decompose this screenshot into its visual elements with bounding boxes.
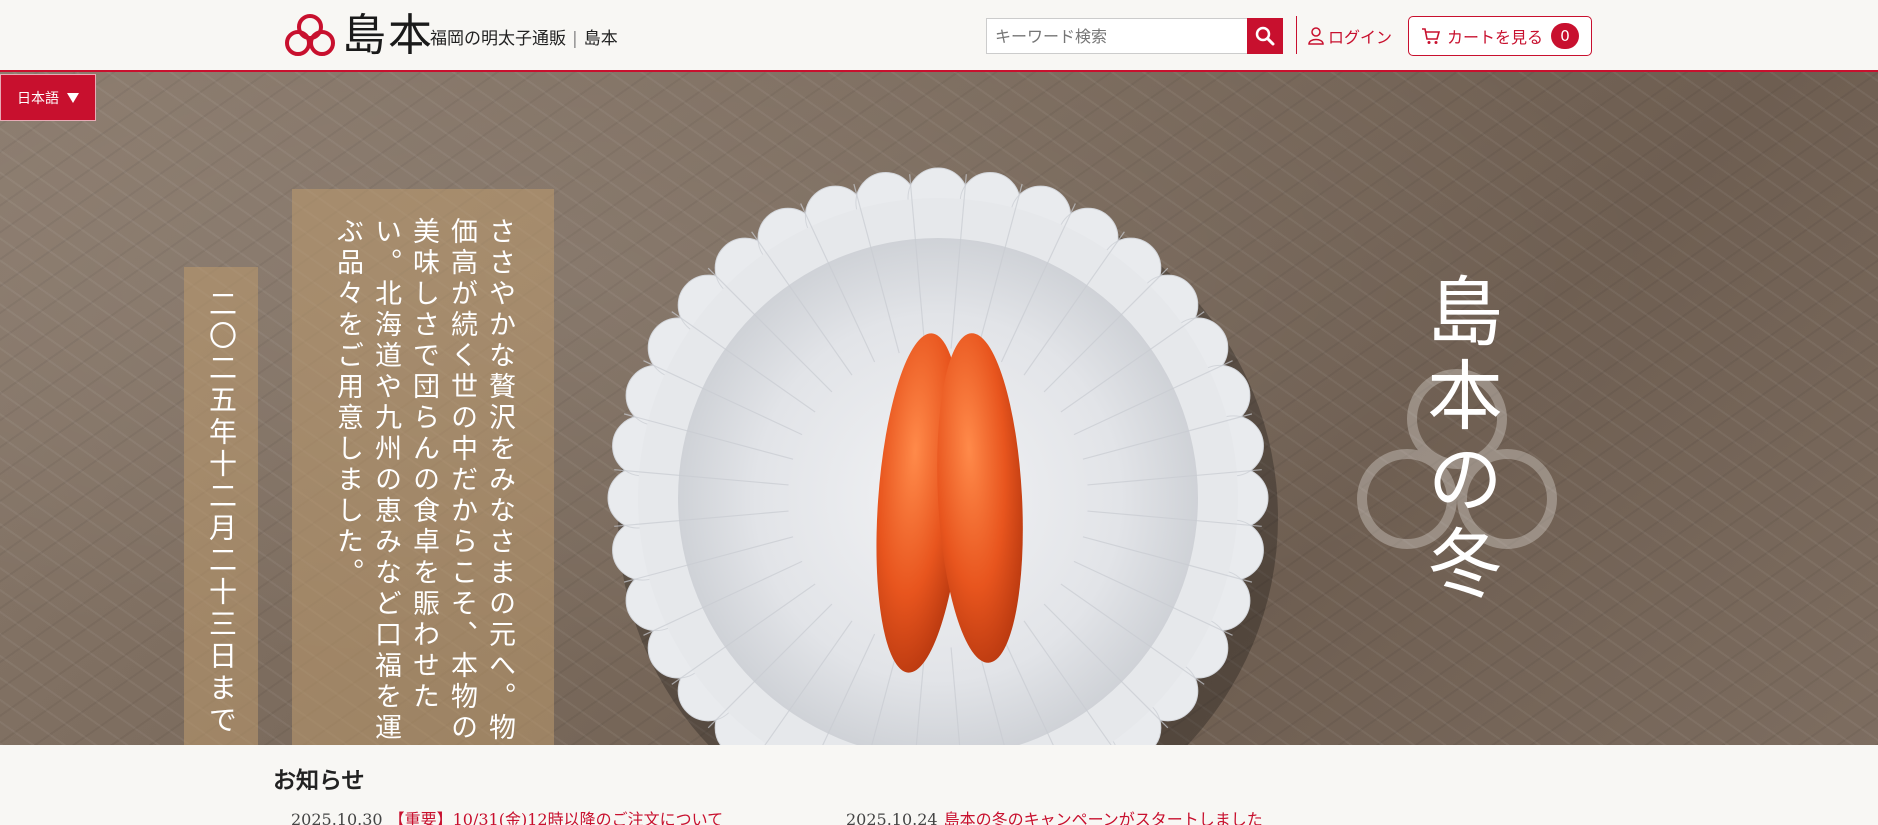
- login-link[interactable]: ログイン: [1308, 24, 1392, 48]
- cart-icon: [1422, 28, 1441, 44]
- hero-banner[interactable]: 二〇二五年十二月二十三日まで ささやかな贅沢をみなさまの元へ。物価高が続く世の中…: [0, 72, 1878, 745]
- language-selector[interactable]: 日本語: [0, 74, 96, 121]
- site-logo[interactable]: 島本: [284, 13, 434, 59]
- campaign-date: 二〇二五年十二月二十三日まで: [205, 289, 238, 737]
- news-date: 2025.10.24: [846, 810, 938, 825]
- header-divider: [1296, 16, 1297, 54]
- cart-button[interactable]: カートを見る 0: [1408, 16, 1592, 56]
- campaign-copy-panel: ささやかな贅沢をみなさまの元へ。物価高が続く世の中だからこそ、本物の美味しさで団…: [292, 189, 554, 745]
- search-input[interactable]: [986, 18, 1247, 54]
- campaign-title: 島本の冬: [1414, 272, 1503, 672]
- logo-wordmark: 島本: [342, 10, 434, 61]
- site-tagline: 福岡の明太子通販 | 島本: [430, 24, 618, 49]
- search-bar: [986, 18, 1283, 54]
- cart-label: カートを見る: [1447, 28, 1544, 47]
- news-item: 2025.10.30 【重要】10/31(金)12時以降のご注文について: [291, 806, 723, 825]
- search-icon: [1255, 26, 1275, 46]
- tagline-separator: |: [572, 29, 578, 49]
- campaign-title-text: 島本の冬: [1414, 272, 1503, 608]
- news-link[interactable]: 島本の冬のキャンペーンがスタートしました: [944, 810, 1263, 825]
- plate-image: [607, 167, 1278, 745]
- news-item: 2025.10.24 島本の冬のキャンペーンがスタートしました: [846, 806, 1263, 825]
- news-section: お知らせ 2025.10.30 【重要】10/31(金)12時以降のご注文について…: [0, 745, 1878, 825]
- user-icon: [1308, 27, 1324, 45]
- news-date: 2025.10.30: [291, 810, 383, 825]
- tagline-brand: 島本: [583, 29, 618, 49]
- news-link[interactable]: 【重要】10/31(金)12時以降のご注文について: [389, 810, 723, 825]
- brand-logo-icon: [285, 14, 335, 56]
- search-button[interactable]: [1247, 18, 1283, 54]
- campaign-date-panel: 二〇二五年十二月二十三日まで: [184, 267, 258, 745]
- language-label: 日本語: [17, 90, 59, 107]
- login-label: ログイン: [1328, 28, 1393, 47]
- cart-count-badge: 0: [1551, 23, 1579, 49]
- news-heading: お知らせ: [273, 768, 365, 794]
- caret-down-icon: [67, 92, 79, 103]
- site-header: 島本 福岡の明太子通販|島本 ログイン カートを見る 0: [0, 0, 1878, 72]
- campaign-copy: ささやかな贅沢をみなさまの元へ。物価高が続く世の中だからこそ、本物の美味しさで団…: [332, 217, 515, 744]
- tagline-main: 福岡の明太子通販: [430, 29, 566, 49]
